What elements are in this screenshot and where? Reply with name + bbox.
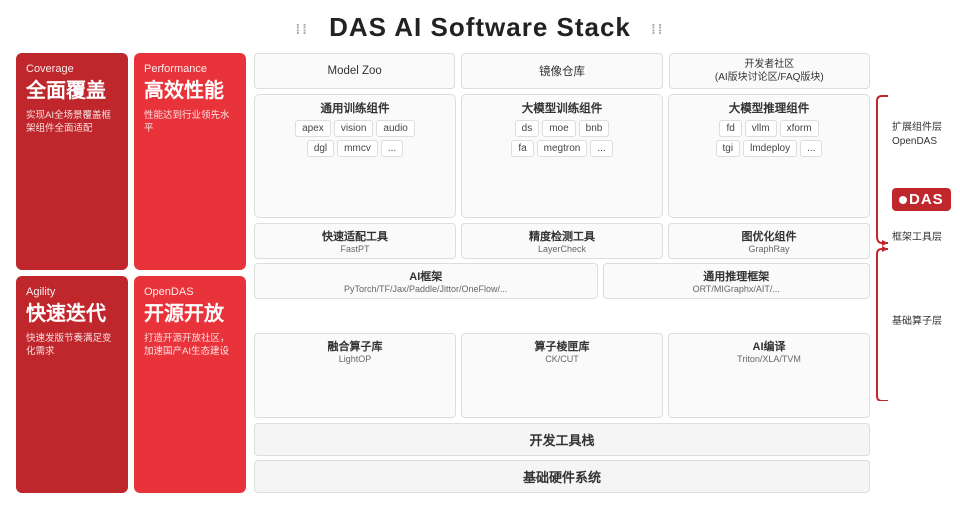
compute-layer: 融合算子库 LightOP 算子棱匣库 CK/CUT AI编译 Triton/X… xyxy=(254,333,870,418)
tag-vllm: vllm xyxy=(745,120,777,137)
agility-desc: 快速发版节奏满足变化需求 xyxy=(26,332,118,359)
compute-ai-compile: AI编译 Triton/XLA/TVM xyxy=(668,333,870,418)
performance-subtitle: Performance xyxy=(144,63,236,75)
tag-audio: audio xyxy=(376,120,414,137)
stack-content: Model Zoo 镜像仓库 开发者社区(AI版块讨论区/FAQ版块) 通用训练… xyxy=(254,53,870,493)
labels-column: 扩展组件层 OpenDAS 框架工具层 基础算子层 DAS xyxy=(874,53,944,493)
bottom-bar-devtools: 开发工具栈 xyxy=(254,423,870,456)
framework-infer: 通用推理框架 ORT/MIGraphx/AIT/... xyxy=(603,263,870,299)
top-bar-community: 开发者社区(AI版块讨论区/FAQ版块) xyxy=(669,53,870,89)
das-logo: DAS xyxy=(892,188,951,211)
card-row-bottom: Agility 快速迭代 快速发版节奏满足变化需求 OpenDAS 开源开放 打… xyxy=(16,276,246,493)
framework-row2: AI框架 PyTorch/TF/Jax/Paddle/Jittor/OneFlo… xyxy=(254,263,870,299)
label-compute-layer: 基础算子层 xyxy=(892,315,942,329)
comp-tags-row2-general: dgl mmcv ... xyxy=(261,140,449,157)
title-dots-right: ⁞⁞ xyxy=(651,21,664,37)
performance-title-zh: 高效性能 xyxy=(144,79,236,103)
card-agility: Agility 快速迭代 快速发版节奏满足变化需求 xyxy=(16,276,128,493)
coverage-subtitle: Coverage xyxy=(26,63,118,75)
top-bar: Model Zoo 镜像仓库 开发者社区(AI版块讨论区/FAQ版块) xyxy=(254,53,870,89)
top-bar-mirror: 镜像仓库 xyxy=(461,53,662,89)
framework-graphray: 图优化组件 GraphRay xyxy=(668,223,870,259)
tag-fa: fa xyxy=(511,140,533,157)
bottom-bars: 开发工具栈 基础硬件系统 xyxy=(254,423,870,493)
card-performance: Performance 高效性能 性能达到行业领先水平 xyxy=(134,53,246,270)
bottom-bar-hardware: 基础硬件系统 xyxy=(254,460,870,493)
comp-tags-row2-large-train: fa megtron ... xyxy=(468,140,656,157)
tag-lmdeploy: lmdeploy xyxy=(743,140,797,157)
compute-lightop: 融合算子库 LightOP xyxy=(254,333,456,418)
agility-subtitle: Agility xyxy=(26,286,118,298)
title-dots-left: ⁞⁞ xyxy=(296,21,309,37)
opendas-title-zh: 开源开放 xyxy=(144,302,236,326)
comp-group-large-train: 大模型训练组件 ds moe bnb fa megtron ... xyxy=(461,94,663,218)
label-components-layer: 扩展组件层 OpenDAS xyxy=(892,121,942,149)
tag-moe: moe xyxy=(542,120,575,137)
comp-group-general-train: 通用训练组件 apex vision audio dgl mmcv ... xyxy=(254,94,456,218)
framework-layer: 快速适配工具 FastPT 精度检测工具 LayerCheck 图优化组件 Gr… xyxy=(254,223,870,328)
tag-bnb: bnb xyxy=(579,120,610,137)
coverage-title-zh: 全面覆盖 xyxy=(26,79,118,103)
tag-xform: xform xyxy=(780,120,819,137)
tag-apex: apex xyxy=(295,120,331,137)
label-framework-layer: 框架工具层 xyxy=(892,231,942,245)
das-logo-dot xyxy=(899,196,907,204)
tag-megtron: megtron xyxy=(537,140,588,157)
opendas-desc: 打造开源开放社区，加速国产AI生态建设 xyxy=(144,332,236,359)
coverage-desc: 实现AI全场景覆盖框架组件全面适配 xyxy=(26,109,118,136)
framework-row1: 快速适配工具 FastPT 精度检测工具 LayerCheck 图优化组件 Gr… xyxy=(254,223,870,259)
tag-dgl: dgl xyxy=(307,140,334,157)
card-coverage: Coverage 全面覆盖 实现AI全场景覆盖框架组件全面适配 xyxy=(16,53,128,270)
framework-ai: AI框架 PyTorch/TF/Jax/Paddle/Jittor/OneFlo… xyxy=(254,263,598,299)
das-logo-text: DAS xyxy=(909,191,944,208)
components-layer: 通用训练组件 apex vision audio dgl mmcv ... xyxy=(254,94,870,218)
tag-ds: ds xyxy=(515,120,540,137)
agility-title-zh: 快速迭代 xyxy=(26,302,118,326)
opendas-subtitle: OpenDAS xyxy=(144,286,236,298)
compute-ckcut: 算子棱匣库 CK/CUT xyxy=(461,333,663,418)
comp-tags-row1-general: apex vision audio xyxy=(261,120,449,137)
tag-dots1: ... xyxy=(381,140,403,157)
tag-tgi: tgi xyxy=(716,140,741,157)
comp-group-large-infer: 大模型推理组件 fd vllm xform tgi lmdeploy ... xyxy=(668,94,870,218)
tag-dots2: ... xyxy=(590,140,612,157)
card-row-top: Coverage 全面覆盖 实现AI全场景覆盖框架组件全面适配 Performa… xyxy=(16,53,246,270)
framework-layercheck: 精度检测工具 LayerCheck xyxy=(461,223,663,259)
tag-fd: fd xyxy=(719,120,741,137)
page: ⁞⁞ DAS AI Software Stack ⁞⁞ Coverage 全面覆… xyxy=(0,0,960,512)
top-bar-model-zoo: Model Zoo xyxy=(254,53,455,89)
framework-fastpt: 快速适配工具 FastPT xyxy=(254,223,456,259)
tag-mmcv: mmcv xyxy=(337,140,378,157)
tag-vision: vision xyxy=(334,120,374,137)
page-title: ⁞⁞ DAS AI Software Stack ⁞⁞ xyxy=(16,12,944,43)
tag-dots3: ... xyxy=(800,140,822,157)
card-opendas: OpenDAS 开源开放 打造开源开放社区，加速国产AI生态建设 xyxy=(134,276,246,493)
performance-desc: 性能达到行业领先水平 xyxy=(144,109,236,136)
right-area: Model Zoo 镜像仓库 开发者社区(AI版块讨论区/FAQ版块) 通用训练… xyxy=(254,53,944,493)
comp-tags-row1-large-infer: fd vllm xform xyxy=(675,120,863,137)
comp-tags-row2-large-infer: tgi lmdeploy ... xyxy=(675,140,863,157)
left-cards: Coverage 全面覆盖 实现AI全场景覆盖框架组件全面适配 Performa… xyxy=(16,53,246,493)
main-layout: Coverage 全面覆盖 实现AI全场景覆盖框架组件全面适配 Performa… xyxy=(16,53,944,493)
comp-tags-row1-large-train: ds moe bnb xyxy=(468,120,656,137)
